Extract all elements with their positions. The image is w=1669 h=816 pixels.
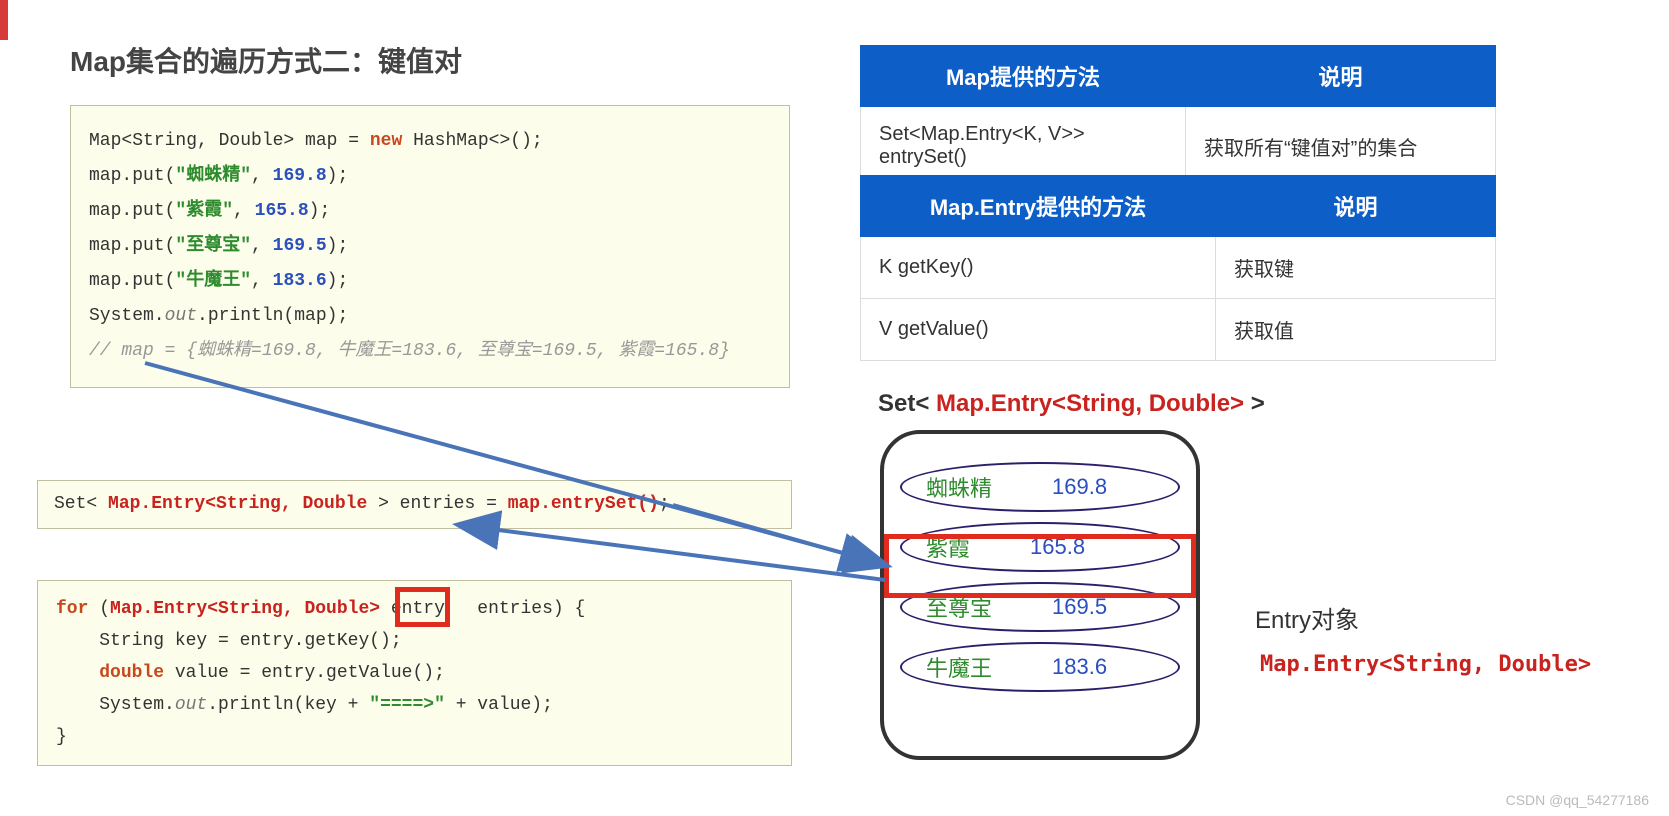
entry-key: 紫霞 [926,531,970,563]
code-token: , [251,236,273,256]
code-token: 169.5 [273,236,327,256]
td: V getValue() [861,299,1216,361]
code-token: map.put( [89,166,175,186]
code-token: Set< [54,494,108,514]
th: 说明 [1216,176,1496,237]
entry-value: 169.8 [1052,474,1107,500]
entry-object-label: Entry对象 [1255,600,1359,635]
code-token: map.entrySet() [508,494,659,514]
code-token: .println(map); [197,306,348,326]
td: 获取所有“键值对”的集合 [1186,107,1496,186]
code-token: out [165,306,197,326]
code-token: .println(key + [207,695,369,715]
code-token: } [56,727,67,747]
entry-key: 蜘蛛精 [926,471,992,503]
code-block-2: Set< Map.Entry<String, Double > entries … [37,480,792,529]
entry-value: 169.5 [1052,594,1107,620]
entry-ellipse: 蜘蛛精 169.8 [900,462,1180,512]
code-token: ); [327,271,349,291]
code-token: // map = {蜘蛛精=169.8, 牛魔王=183.6, 至尊宝=169.… [89,341,730,361]
code-token: out [175,695,207,715]
code-token: map.put( [89,271,175,291]
set-title-suffix: > [1244,390,1265,417]
code-token: 183.6 [273,271,327,291]
code-token: ); [327,166,349,186]
entry-object-type: Map.Entry<String, Double> [1260,652,1591,677]
td: 获取键 [1216,237,1496,299]
code-token: HashMap<>(); [402,131,542,151]
code-token: "紫霞" [175,201,233,221]
code-block-3: for (Map.Entry<String, Double> entry ent… [37,580,792,766]
table-map-methods: Map提供的方法 说明 Set<Map.Entry<K, V>> entrySe… [860,45,1496,186]
accent-bar [0,0,8,40]
th: Map.Entry提供的方法 [861,176,1216,237]
code-token [56,663,99,683]
entry-key: 牛魔王 [926,651,992,683]
code-token: entry entries) { [380,599,585,619]
code-token: 165.8 [255,201,309,221]
page-title: Map集合的遍历方式二：键值对 [70,40,462,80]
code-token: String key = entry.getKey(); [56,631,402,651]
code-token: map.put( [89,201,175,221]
code-token: double [99,663,164,683]
code-token: ); [327,236,349,256]
code-token: value = entry.getValue(); [164,663,445,683]
code-token: Map.Entry<String, Double> [110,599,380,619]
code-block-1: Map<String, Double> map = new HashMap<>(… [70,105,790,388]
entry-value: 165.8 [1030,534,1085,560]
set-title-prefix: Set< [878,390,936,417]
entry-value: 183.6 [1052,654,1107,680]
watermark: CSDN @qq_54277186 [1506,792,1649,808]
code-token: System. [89,306,165,326]
td: K getKey() [861,237,1216,299]
table-entry-methods: Map.Entry提供的方法 说明 K getKey() 获取键 V getVa… [860,175,1496,361]
entry-ellipse: 紫霞 165.8 [900,522,1180,572]
set-title: Set< Map.Entry<String, Double> > [878,390,1265,418]
code-token: Map.Entry<String, Double [108,494,367,514]
code-token: Map<String, Double> map = [89,131,370,151]
code-token: for [56,599,88,619]
code-token: , [251,166,273,186]
code-token: ( [88,599,110,619]
entry-ellipse: 至尊宝 169.5 [900,582,1180,632]
code-token: , [251,271,273,291]
code-token: "至尊宝" [175,236,251,256]
entry-key: 至尊宝 [926,591,992,623]
th: Map提供的方法 [861,46,1186,107]
entry-ellipse: 牛魔王 183.6 [900,642,1180,692]
code-token: "====>" [369,695,445,715]
td: Set<Map.Entry<K, V>> entrySet() [861,107,1186,186]
code-token: map.put( [89,236,175,256]
code-token: 169.8 [273,166,327,186]
set-title-generic: Map.Entry<String, Double> [936,390,1244,417]
code-token: System. [56,695,175,715]
code-token: , [233,201,255,221]
code-token: ; [659,494,670,514]
code-token: + value); [445,695,553,715]
th: 说明 [1186,46,1496,107]
code-token: new [370,131,402,151]
code-token: "牛魔王" [175,271,251,291]
code-token: ); [309,201,331,221]
code-token: > entries = [367,494,507,514]
code-token: "蜘蛛精" [175,166,251,186]
td: 获取值 [1216,299,1496,361]
set-bag: 蜘蛛精 169.8 紫霞 165.8 至尊宝 169.5 牛魔王 183.6 [880,430,1200,760]
